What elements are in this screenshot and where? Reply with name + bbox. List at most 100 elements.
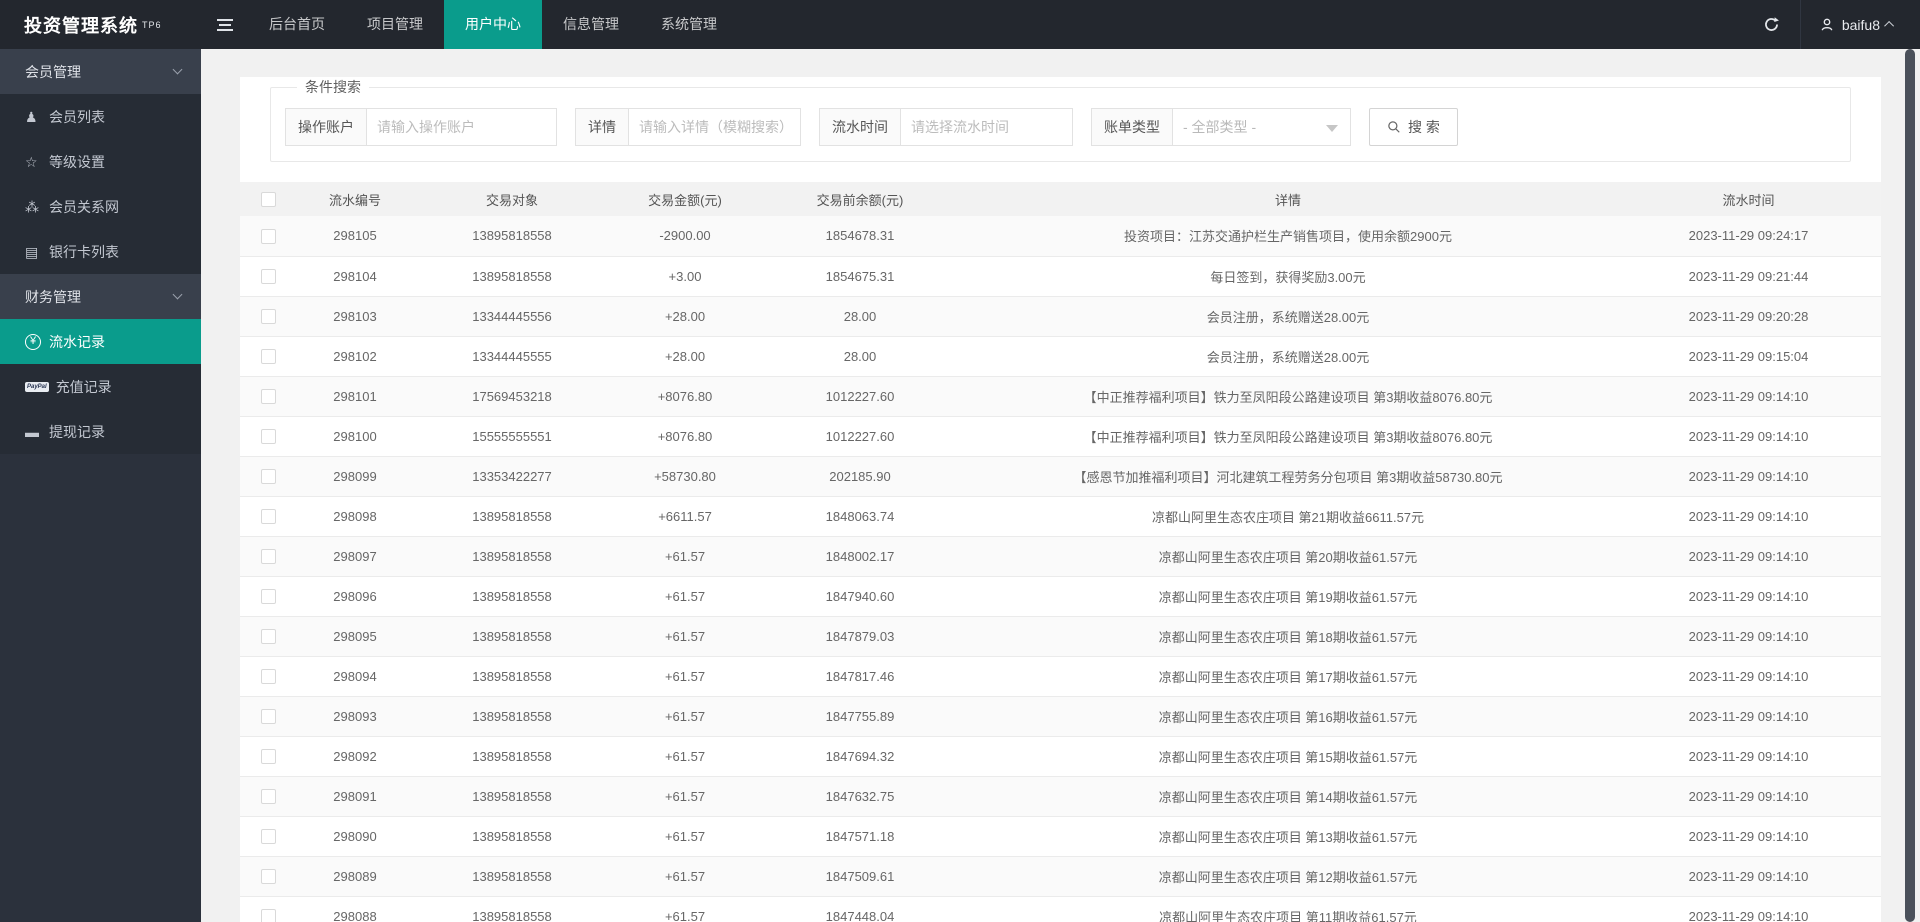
- cell-serial: 298096: [296, 576, 414, 616]
- cell-amount: -2900.00: [610, 216, 760, 256]
- row-checkbox[interactable]: [261, 749, 276, 764]
- cell-balance: 1012227.60: [760, 416, 960, 456]
- scrollbar-thumb[interactable]: [1905, 49, 1915, 922]
- row-checkbox[interactable]: [261, 789, 276, 804]
- vertical-scrollbar[interactable]: [1903, 49, 1920, 922]
- detail-input[interactable]: [629, 108, 801, 146]
- sidebar-item[interactable]: ♟ 会员列表: [0, 94, 201, 139]
- sidebar-item[interactable]: ☆ 等级设置: [0, 139, 201, 184]
- cell-account: 13895818558: [414, 616, 610, 656]
- sidebar-item-label: 银行卡列表: [49, 242, 119, 262]
- flow-time-label: 流水时间: [819, 108, 901, 146]
- bill-type-select[interactable]: - 全部类型 -: [1173, 108, 1351, 146]
- row-checkbox[interactable]: [261, 469, 276, 484]
- search-button[interactable]: 搜 索: [1369, 108, 1458, 146]
- sidebar-item-label: 会员列表: [49, 107, 105, 127]
- row-checkbox[interactable]: [261, 829, 276, 844]
- row-checkbox[interactable]: [261, 709, 276, 724]
- col-amount: 交易金额(元): [610, 182, 760, 216]
- sidebar-item[interactable]: PayPal 充值记录: [0, 364, 201, 409]
- cell-serial: 298101: [296, 376, 414, 416]
- refresh-icon: [1763, 16, 1780, 33]
- cell-amount: +28.00: [610, 296, 760, 336]
- cell-detail: 会员注册，系统赠送28.00元: [960, 336, 1616, 376]
- flow-records-table-wrap: 流水编号 交易对象 交易金额(元) 交易前余额(元) 详情 流水时间 29810…: [240, 182, 1881, 922]
- table-row: 298096 13895818558 +61.57 1847940.60 凉都山…: [240, 576, 1881, 616]
- sidebar-item[interactable]: ¥ 流水记录: [0, 319, 201, 364]
- table-row: 298092 13895818558 +61.57 1847694.32 凉都山…: [240, 736, 1881, 776]
- row-checkbox[interactable]: [261, 869, 276, 884]
- row-checkbox[interactable]: [261, 909, 276, 922]
- row-checkbox[interactable]: [261, 669, 276, 684]
- cell-time: 2023-11-29 09:14:10: [1616, 576, 1881, 616]
- cell-account: 13895818558: [414, 696, 610, 736]
- sidebar-item[interactable]: ⁂ 会员关系网: [0, 184, 201, 229]
- cell-time: 2023-11-29 09:14:10: [1616, 776, 1881, 816]
- cell-amount: +61.57: [610, 616, 760, 656]
- cell-balance: 1847448.04: [760, 896, 960, 922]
- cell-balance: 1847817.46: [760, 656, 960, 696]
- main-content: 条件搜索 操作账户 详情 流水时间 账单类型 - 全部类型: [201, 49, 1903, 922]
- caret-up-icon: [1884, 21, 1894, 31]
- cell-balance: 202185.90: [760, 456, 960, 496]
- nav-tab[interactable]: 项目管理: [346, 0, 444, 49]
- sidebar-item[interactable]: 会员管理: [0, 49, 201, 94]
- operate-account-input[interactable]: [367, 108, 557, 146]
- cell-balance: 1847571.18: [760, 816, 960, 856]
- table-row: 298094 13895818558 +61.57 1847817.46 凉都山…: [240, 656, 1881, 696]
- row-checkbox[interactable]: [261, 389, 276, 404]
- withdraw-icon: ▬: [25, 425, 49, 439]
- cell-serial: 298102: [296, 336, 414, 376]
- row-checkbox[interactable]: [261, 589, 276, 604]
- cell-amount: +61.57: [610, 536, 760, 576]
- row-checkbox[interactable]: [261, 269, 276, 284]
- cell-detail: 【中正推荐福利项目】铁力至凤阳段公路建设项目 第3期收益8076.80元: [960, 376, 1616, 416]
- cell-balance: 1847755.89: [760, 696, 960, 736]
- nav-tab[interactable]: 用户中心: [444, 0, 542, 49]
- operate-account-label: 操作账户: [285, 108, 367, 146]
- row-checkbox[interactable]: [261, 229, 276, 244]
- cell-account: 13353422277: [414, 456, 610, 496]
- cell-time: 2023-11-29 09:14:10: [1616, 696, 1881, 736]
- row-checkbox[interactable]: [261, 509, 276, 524]
- cell-serial: 298093: [296, 696, 414, 736]
- cell-amount: +58730.80: [610, 456, 760, 496]
- bank-card-icon: ▤: [25, 245, 49, 259]
- sidebar-item[interactable]: 财务管理: [0, 274, 201, 319]
- nav-tab[interactable]: 后台首页: [248, 0, 346, 49]
- cell-detail: 凉都山阿里生态农庄项目 第14期收益61.57元: [960, 776, 1616, 816]
- cell-amount: +8076.80: [610, 376, 760, 416]
- nav-tab[interactable]: 系统管理: [640, 0, 738, 49]
- cell-amount: +61.57: [610, 576, 760, 616]
- nav-tab[interactable]: 信息管理: [542, 0, 640, 49]
- cell-detail: 凉都山阿里生态农庄项目 第12期收益61.57元: [960, 856, 1616, 896]
- select-all-checkbox[interactable]: [261, 192, 276, 207]
- refresh-button[interactable]: [1744, 0, 1800, 49]
- sidebar-item[interactable]: ▤ 银行卡列表: [0, 229, 201, 274]
- cell-amount: +61.57: [610, 856, 760, 896]
- cell-detail: 【中正推荐福利项目】铁力至凤阳段公路建设项目 第3期收益8076.80元: [960, 416, 1616, 456]
- sidebar-item-label: 流水记录: [49, 332, 105, 352]
- col-balance: 交易前余额(元): [760, 182, 960, 216]
- hamburger-menu-icon[interactable]: [201, 0, 248, 49]
- row-checkbox[interactable]: [261, 349, 276, 364]
- cell-serial: 298097: [296, 536, 414, 576]
- cell-amount: +8076.80: [610, 416, 760, 456]
- row-checkbox[interactable]: [261, 429, 276, 444]
- cell-serial: 298094: [296, 656, 414, 696]
- cell-serial: 298092: [296, 736, 414, 776]
- sidebar-item[interactable]: ▬ 提现记录: [0, 409, 201, 454]
- user-menu[interactable]: baifu8: [1801, 0, 1920, 49]
- cell-serial: 298088: [296, 896, 414, 922]
- navbar-right: baifu8: [1744, 0, 1920, 49]
- cell-amount: +61.57: [610, 696, 760, 736]
- cell-amount: +61.57: [610, 656, 760, 696]
- table-row: 298093 13895818558 +61.57 1847755.89 凉都山…: [240, 696, 1881, 736]
- cell-time: 2023-11-29 09:14:10: [1616, 616, 1881, 656]
- cell-time: 2023-11-29 09:21:44: [1616, 256, 1881, 296]
- row-checkbox[interactable]: [261, 629, 276, 644]
- row-checkbox[interactable]: [261, 549, 276, 564]
- row-checkbox[interactable]: [261, 309, 276, 324]
- table-row: 298102 13344445555 +28.00 28.00 会员注册，系统赠…: [240, 336, 1881, 376]
- flow-time-input[interactable]: [901, 108, 1073, 146]
